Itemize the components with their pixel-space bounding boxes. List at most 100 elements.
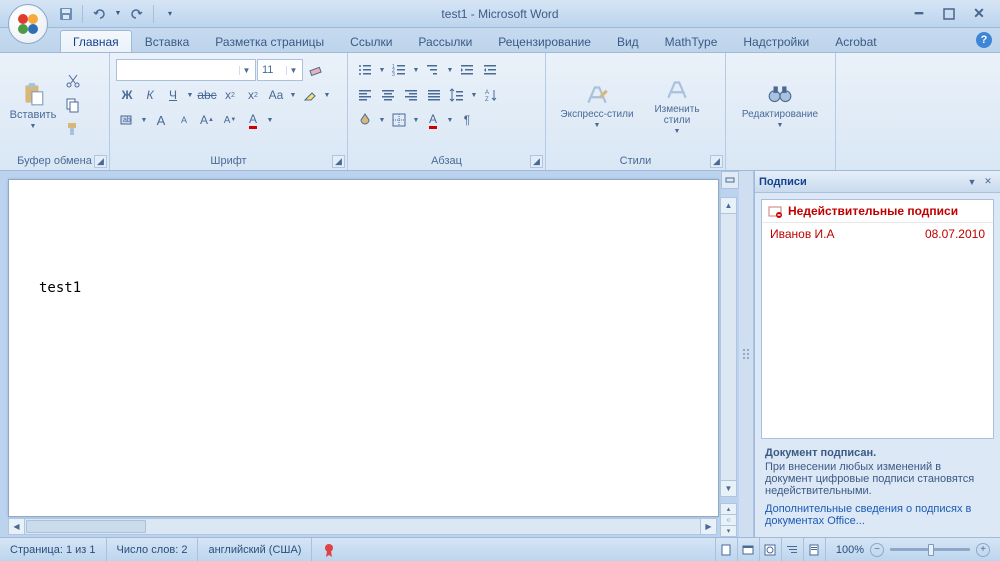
- pane-resize-grip[interactable]: [739, 171, 754, 537]
- grow-size-button[interactable]: A▲: [196, 109, 218, 131]
- editing-button[interactable]: Редактирование ▼: [732, 57, 828, 153]
- shrink-size-button[interactable]: A▼: [219, 109, 241, 131]
- save-button[interactable]: [56, 4, 76, 24]
- chevron-down-icon[interactable]: ▼: [286, 66, 300, 75]
- line-spacing-dropdown[interactable]: ▼: [469, 84, 479, 106]
- font-size-combo[interactable]: ▼: [257, 59, 303, 81]
- undo-button[interactable]: [89, 4, 109, 24]
- borders-button[interactable]: [388, 109, 410, 131]
- print-layout-view[interactable]: [715, 538, 737, 561]
- numbering-dropdown[interactable]: ▼: [411, 59, 421, 81]
- status-signature[interactable]: [312, 538, 346, 561]
- bold-button[interactable]: Ж: [116, 84, 138, 106]
- signature-item[interactable]: Иванов И.А 08.07.2010: [762, 223, 993, 245]
- paragraph-launcher[interactable]: ◢: [530, 155, 543, 168]
- align-left-button[interactable]: [354, 84, 376, 106]
- superscript-button[interactable]: x2: [242, 84, 264, 106]
- font-color-para-button[interactable]: A: [422, 109, 444, 131]
- zoom-level[interactable]: 100%: [836, 544, 864, 556]
- bullets-button[interactable]: [354, 59, 376, 81]
- increase-indent-button[interactable]: [479, 59, 501, 81]
- italic-button[interactable]: К: [139, 84, 161, 106]
- show-marks-button[interactable]: ¶: [456, 109, 478, 131]
- subscript-button[interactable]: x2: [219, 84, 241, 106]
- multilevel-dropdown[interactable]: ▼: [445, 59, 455, 81]
- tab-review[interactable]: Рецензирование: [485, 30, 604, 52]
- vertical-scrollbar[interactable]: ▲ ▼: [720, 197, 737, 497]
- line-spacing-button[interactable]: [446, 84, 468, 106]
- font-launcher[interactable]: ◢: [332, 155, 345, 168]
- text-effects-dropdown[interactable]: ▼: [139, 109, 149, 131]
- format-painter-button[interactable]: [62, 118, 84, 140]
- help-button[interactable]: ?: [976, 32, 992, 48]
- font-name-input[interactable]: [117, 64, 239, 76]
- tab-mathtype[interactable]: MathType: [652, 30, 731, 52]
- document-text[interactable]: test1: [9, 180, 718, 396]
- shading-dropdown[interactable]: ▼: [377, 109, 387, 131]
- chevron-down-icon[interactable]: ▼: [239, 66, 253, 75]
- pane-close-button[interactable]: ✕: [980, 174, 996, 190]
- status-language[interactable]: английский (США): [198, 538, 312, 561]
- scroll-left-button[interactable]: ◀: [9, 519, 25, 534]
- zoom-out-button[interactable]: −: [870, 543, 884, 557]
- align-justify-button[interactable]: [423, 84, 445, 106]
- font-size-input[interactable]: [258, 64, 286, 76]
- tab-home[interactable]: Главная: [60, 30, 132, 52]
- minimize-button[interactable]: ━: [910, 5, 928, 23]
- redo-button[interactable]: [127, 4, 147, 24]
- zoom-in-button[interactable]: +: [976, 543, 990, 557]
- tab-view[interactable]: Вид: [604, 30, 652, 52]
- borders-dropdown[interactable]: ▼: [411, 109, 421, 131]
- qat-customize-button[interactable]: ▾: [160, 4, 180, 24]
- quick-styles-button[interactable]: Экспресс-стили ▼: [552, 57, 642, 153]
- maximize-button[interactable]: [940, 5, 958, 23]
- tab-insert[interactable]: Вставка: [132, 30, 203, 52]
- tab-addins[interactable]: Надстройки: [730, 30, 822, 52]
- underline-button[interactable]: Ч: [162, 84, 184, 106]
- font-color-dropdown[interactable]: ▼: [265, 109, 275, 131]
- highlight-button[interactable]: [299, 84, 321, 106]
- font-color-para-dropdown[interactable]: ▼: [445, 109, 455, 131]
- signatures-more-link[interactable]: Дополнительные сведения о подписях в док…: [765, 503, 990, 527]
- tab-references[interactable]: Ссылки: [337, 30, 405, 52]
- font-color-button[interactable]: A: [242, 109, 264, 131]
- full-screen-view[interactable]: [737, 538, 759, 561]
- align-right-button[interactable]: [400, 84, 422, 106]
- draft-view[interactable]: [803, 538, 825, 561]
- clear-formatting-button[interactable]: [304, 59, 326, 81]
- change-styles-button[interactable]: Изменить стили ▼: [644, 57, 710, 153]
- zoom-slider[interactable]: [890, 548, 970, 551]
- status-word-count[interactable]: Число слов: 2: [107, 538, 199, 561]
- status-page[interactable]: Страница: 1 из 1: [0, 538, 107, 561]
- pane-menu-button[interactable]: ▼: [964, 174, 980, 190]
- text-effects-button[interactable]: ab: [116, 109, 138, 131]
- scroll-up-button[interactable]: ▲: [721, 198, 736, 214]
- sort-button[interactable]: AZ: [480, 84, 502, 106]
- clipboard-launcher[interactable]: ◢: [94, 155, 107, 168]
- outline-view[interactable]: [781, 538, 803, 561]
- undo-dropdown[interactable]: ▼: [113, 4, 123, 24]
- tab-page-layout[interactable]: Разметка страницы: [202, 30, 337, 52]
- next-page-button[interactable]: ▾: [720, 525, 737, 537]
- change-case-dropdown[interactable]: ▼: [288, 84, 298, 106]
- ruler-toggle[interactable]: [721, 171, 739, 189]
- multilevel-list-button[interactable]: [422, 59, 444, 81]
- cut-button[interactable]: [62, 70, 84, 92]
- grow-font-button[interactable]: A: [150, 109, 172, 131]
- scroll-right-button[interactable]: ▶: [700, 519, 716, 534]
- web-layout-view[interactable]: [759, 538, 781, 561]
- scroll-down-button[interactable]: ▼: [721, 480, 736, 496]
- numbering-button[interactable]: 123: [388, 59, 410, 81]
- zoom-slider-thumb[interactable]: [928, 544, 934, 556]
- tab-acrobat[interactable]: Acrobat: [822, 30, 889, 52]
- strikethrough-button[interactable]: abc: [196, 84, 218, 106]
- close-button[interactable]: ✕: [970, 5, 988, 23]
- copy-button[interactable]: [62, 94, 84, 116]
- decrease-indent-button[interactable]: [456, 59, 478, 81]
- styles-launcher[interactable]: ◢: [710, 155, 723, 168]
- change-case-button[interactable]: Aa: [265, 84, 287, 106]
- align-center-button[interactable]: [377, 84, 399, 106]
- office-button[interactable]: [8, 4, 48, 44]
- font-name-combo[interactable]: ▼: [116, 59, 256, 81]
- bullets-dropdown[interactable]: ▼: [377, 59, 387, 81]
